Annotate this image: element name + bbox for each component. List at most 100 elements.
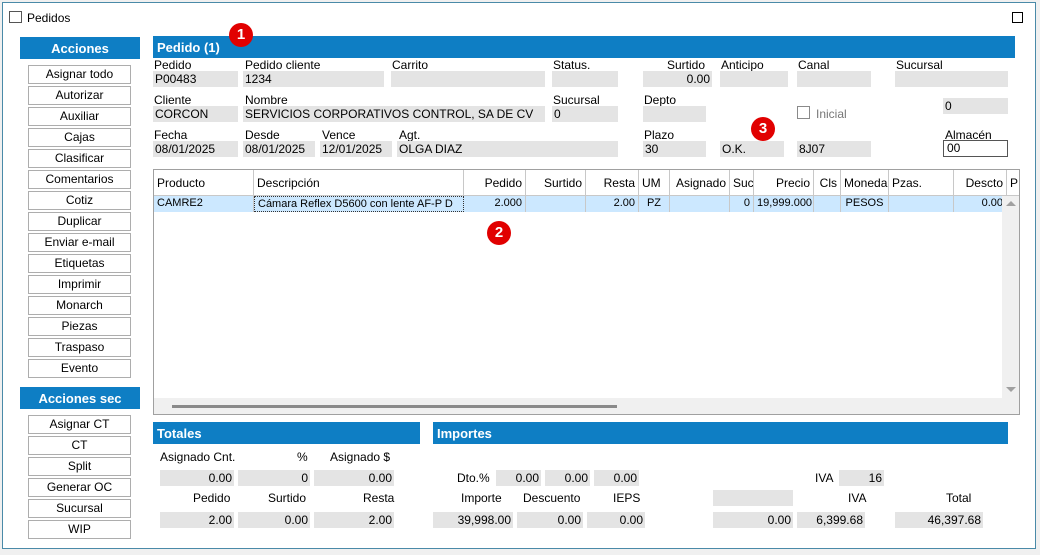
action-button-imprimir[interactable]: Imprimir — [28, 275, 131, 294]
carrito-label: Carrito — [392, 58, 429, 72]
table-cell[interactable]: 0 — [730, 196, 754, 212]
importes-header: Importes — [433, 422, 1008, 444]
blank-top-field — [713, 490, 793, 506]
importe-field: 39,998.00 — [433, 512, 513, 528]
sucursal-top-field[interactable] — [895, 71, 1008, 87]
sucursal-label: Sucursal — [553, 93, 600, 107]
table-cell[interactable] — [889, 196, 954, 212]
action-button-duplicar[interactable]: Duplicar — [28, 212, 131, 231]
badge-1: 1 — [229, 23, 253, 47]
plazo-label: Plazo — [644, 128, 675, 142]
scroll-up-icon[interactable] — [1006, 201, 1016, 206]
column-header-producto[interactable]: Producto — [154, 170, 254, 196]
action-button-autorizar[interactable]: Autorizar — [28, 86, 131, 105]
cliente-field[interactable]: CORCON — [153, 106, 238, 122]
column-header-pedido[interactable]: Pedido — [464, 170, 526, 196]
action-button-enviar-e-mail[interactable]: Enviar e-mail — [28, 233, 131, 252]
surtido-label: Surtido — [667, 58, 706, 72]
column-header-resta[interactable]: Resta — [586, 170, 639, 196]
pct-field: 0 — [238, 470, 310, 486]
descuento-field: 0.00 — [517, 512, 583, 528]
column-header-um[interactable]: UM — [639, 170, 670, 196]
canal-field[interactable] — [797, 71, 871, 87]
table-cell[interactable]: 19,999.000 — [754, 196, 814, 212]
dto-field-2[interactable]: 0.00 — [545, 470, 590, 486]
table-cell[interactable] — [670, 196, 730, 212]
cliente-label: Cliente — [154, 93, 192, 107]
column-header-surtido[interactable]: Surtido — [526, 170, 586, 196]
scroll-down-icon[interactable] — [1006, 387, 1016, 392]
action-button-monarch[interactable]: Monarch — [28, 296, 131, 315]
column-header-asignado[interactable]: Asignado — [670, 170, 730, 196]
pedido-cliente-field[interactable]: 1234 — [243, 71, 384, 87]
vertical-scrollbar[interactable] — [1002, 196, 1019, 400]
descuento-label: Descuento — [523, 491, 581, 505]
action-button-asignar-todo[interactable]: Asignar todo — [28, 65, 131, 84]
table-cell[interactable]: PZ — [639, 196, 670, 212]
table-cell[interactable]: CAMRE2 — [154, 196, 254, 212]
table-cell[interactable] — [526, 196, 586, 212]
iva-rate-field: 16 — [839, 470, 884, 486]
plazo-field[interactable]: 30 — [643, 141, 706, 157]
vence-label: Vence — [322, 128, 356, 142]
action-button-sucursal[interactable]: Sucursal — [28, 499, 131, 518]
window-icon — [9, 11, 22, 23]
vence-field[interactable]: 12/01/2025 — [320, 141, 392, 157]
dto-field-1[interactable]: 0.00 — [496, 470, 541, 486]
action-button-cotiz[interactable]: Cotiz — [28, 191, 131, 210]
asignado-usd-label: Asignado $ — [330, 450, 391, 464]
action-button-split[interactable]: Split — [28, 457, 131, 476]
sucursal-field[interactable]: 0 — [552, 106, 618, 122]
table-cell[interactable]: 2.00 — [586, 196, 639, 212]
tot-resta-label: Resta — [363, 491, 395, 505]
table-cell[interactable]: Cámara Reflex D5600 con lente AF-P D — [254, 196, 464, 212]
canal-label: Canal — [798, 58, 830, 72]
pedido-cliente-label: Pedido cliente — [245, 58, 321, 72]
pedido-header: Pedido (1) — [153, 36, 1015, 58]
column-header-moneda[interactable]: Moneda — [841, 170, 889, 196]
column-header-p[interactable]: P — [1007, 170, 1019, 196]
action-button-auxiliar[interactable]: Auxiliar — [28, 107, 131, 126]
action-button-wip[interactable]: WIP — [28, 520, 131, 539]
horizontal-scroll-thumb[interactable] — [172, 405, 617, 408]
column-header-precio[interactable]: Precio — [754, 170, 814, 196]
action-button-piezas[interactable]: Piezas — [28, 317, 131, 336]
nombre-field[interactable]: SERVICIOS CORPORATIVOS CONTROL, SA DE CV — [243, 106, 545, 122]
horizontal-scrollbar[interactable] — [154, 398, 1019, 414]
dto-field-3[interactable]: 0.00 — [594, 470, 639, 486]
action-button-cajas[interactable]: Cajas — [28, 128, 131, 147]
table-cell[interactable] — [814, 196, 841, 212]
column-header-descripci-n[interactable]: Descripción — [254, 170, 464, 196]
desde-field[interactable]: 08/01/2025 — [243, 141, 315, 157]
depto-field[interactable] — [643, 106, 706, 122]
tot-surtido-label: Surtido — [268, 491, 307, 505]
column-header-cls[interactable]: Cls — [814, 170, 841, 196]
badge-3: 3 — [751, 117, 775, 141]
action-button-ct[interactable]: CT — [28, 436, 131, 455]
acciones-sec-header: Acciones sec — [20, 387, 140, 409]
action-button-asignar-ct[interactable]: Asignar CT — [28, 415, 131, 434]
column-header-suc[interactable]: Suc. — [730, 170, 754, 196]
column-header-pzas[interactable]: Pzas. — [889, 170, 954, 196]
inicial-checkbox[interactable] — [797, 106, 810, 119]
action-button-generar-oc[interactable]: Generar OC — [28, 478, 131, 497]
table-cell[interactable]: PESOS — [841, 196, 889, 212]
fecha-field[interactable]: 08/01/2025 — [153, 141, 238, 157]
column-header-descto[interactable]: Descto — [954, 170, 1007, 196]
desde-label: Desde — [245, 128, 280, 142]
iva-field: 6,399.68 — [797, 512, 865, 528]
action-button-comentarios[interactable]: Comentarios — [28, 170, 131, 189]
almacen-input[interactable]: 00 — [943, 140, 1008, 157]
maximize-button[interactable] — [1012, 12, 1023, 23]
agt-field[interactable]: OLGA DIAZ — [397, 141, 618, 157]
importe-label: Importe — [461, 491, 502, 505]
action-button-etiquetas[interactable]: Etiquetas — [28, 254, 131, 273]
tot-resta-field: 2.00 — [314, 512, 394, 528]
pedido-field[interactable]: P00483 — [153, 71, 238, 87]
table-cell[interactable]: 0.00 — [954, 196, 1007, 212]
action-button-clasificar[interactable]: Clasificar — [28, 149, 131, 168]
table-cell[interactable]: 2.000 — [464, 196, 526, 212]
action-button-evento[interactable]: Evento — [28, 359, 131, 378]
action-button-traspaso[interactable]: Traspaso — [28, 338, 131, 357]
carrito-field[interactable] — [391, 71, 545, 87]
